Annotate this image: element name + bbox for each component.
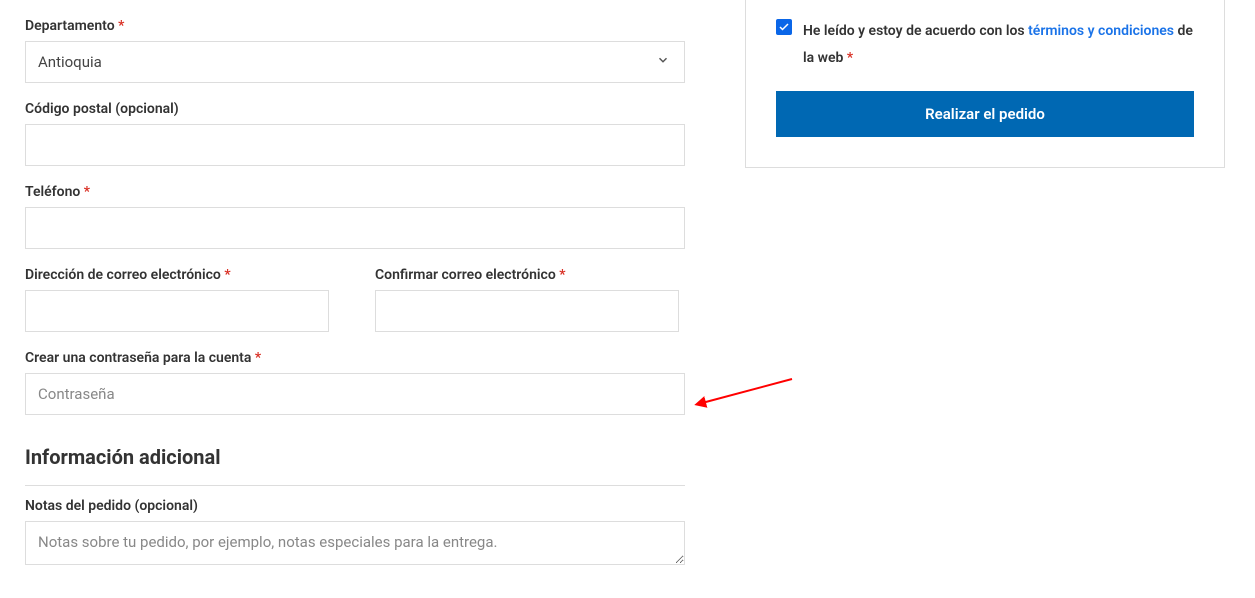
email-row: Dirección de correo electrónico * Confir…	[25, 267, 685, 332]
place-order-button[interactable]: Realizar el pedido	[776, 91, 1194, 137]
required-star: *	[255, 350, 261, 366]
terms-text: He leído y estoy de acuerdo con los térm…	[803, 18, 1194, 71]
email-confirm-field: Confirmar correo electrónico *	[375, 267, 679, 332]
label-text: Departamento	[25, 18, 115, 34]
notes-field: Notas del pedido (opcional)	[25, 498, 685, 569]
email-label: Dirección de correo electrónico *	[25, 267, 329, 283]
telefono-label: Teléfono *	[25, 184, 685, 200]
email-confirm-input[interactable]	[375, 290, 679, 332]
required-star: *	[847, 50, 853, 66]
terms-checkbox[interactable]	[776, 19, 792, 35]
label-text: Confirmar correo electrónico	[375, 267, 556, 283]
additional-info-heading: Información adicional	[25, 445, 685, 486]
postal-input[interactable]	[25, 124, 685, 166]
sidebar-box: He leído y estoy de acuerdo con los térm…	[745, 0, 1225, 168]
postal-label: Código postal (opcional)	[25, 101, 685, 117]
notes-textarea[interactable]	[25, 521, 685, 565]
notes-label: Notas del pedido (opcional)	[25, 498, 685, 514]
password-label: Crear una contraseña para la cuenta *	[25, 350, 685, 366]
telefono-field: Teléfono *	[25, 184, 685, 249]
departamento-field: Departamento * Antioquia	[25, 18, 685, 83]
required-star: *	[118, 18, 124, 34]
departamento-select[interactable]: Antioquia	[25, 41, 685, 83]
required-star: *	[224, 267, 230, 283]
terms-prefix: He leído y estoy de acuerdo con los	[803, 23, 1028, 39]
required-star: *	[84, 184, 90, 200]
password-field: Crear una contraseña para la cuenta *	[25, 350, 685, 415]
telefono-input[interactable]	[25, 207, 685, 249]
label-text: Crear una contraseña para la cuenta	[25, 350, 251, 366]
required-star: *	[559, 267, 565, 283]
chevron-down-icon	[656, 53, 670, 71]
postal-field: Código postal (opcional)	[25, 101, 685, 166]
email-field: Dirección de correo electrónico *	[25, 267, 329, 332]
order-sidebar: He leído y estoy de acuerdo con los térm…	[745, 0, 1225, 587]
email-confirm-label: Confirmar correo electrónico *	[375, 267, 679, 283]
check-icon	[778, 21, 790, 33]
password-input[interactable]	[25, 373, 685, 415]
label-text: Dirección de correo electrónico	[25, 267, 221, 283]
select-value: Antioquia	[38, 53, 102, 71]
departamento-label: Departamento *	[25, 18, 685, 34]
terms-row: He leído y estoy de acuerdo con los térm…	[776, 18, 1194, 71]
label-text: Teléfono	[25, 184, 80, 200]
email-input[interactable]	[25, 290, 329, 332]
terms-link[interactable]: términos y condiciones	[1028, 23, 1174, 39]
billing-form: Departamento * Antioquia Código postal (…	[25, 0, 685, 587]
